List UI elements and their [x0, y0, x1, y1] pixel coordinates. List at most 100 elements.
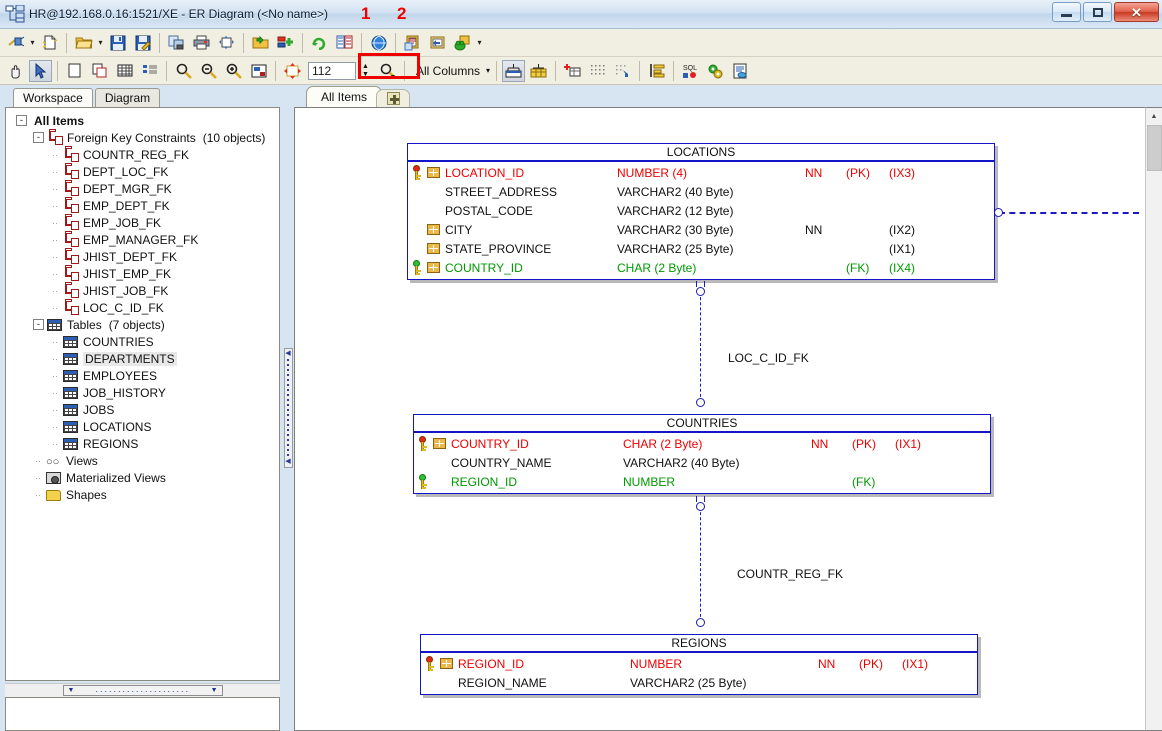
- tree-item-dept-loc-fk[interactable]: ·· DEPT_LOC_FK: [12, 162, 279, 180]
- zoom-spinner[interactable]: ▲ ▼: [359, 61, 372, 80]
- refresh-icon[interactable]: [308, 32, 331, 54]
- new-page-icon[interactable]: [63, 60, 86, 82]
- grid-dots-icon[interactable]: [586, 60, 609, 82]
- connect-dropdown-arrow[interactable]: [28, 32, 37, 54]
- tree-item-emp-manager-fk[interactable]: ·· EMP_MANAGER_FK: [12, 230, 279, 248]
- tree-item-countr-reg-fk[interactable]: ·· COUNTR_REG_FK: [12, 145, 279, 163]
- layout-orthogonal-icon[interactable]: [527, 60, 550, 82]
- er-entity-locations[interactable]: LOCATIONS LOCATION_ID NUMBER (4) NN (PK) (IX3…: [407, 143, 995, 280]
- tree-item-jobs[interactable]: ·· JOBS: [12, 401, 279, 418]
- er-entity-countries[interactable]: COUNTRIES COUNTRY_ID CHAR (2 Byte) NN (PK) (I…: [413, 414, 991, 494]
- tree-item-departments[interactable]: ·· DEPARTMENTS: [12, 350, 279, 367]
- entity-column-row[interactable]: STATE_PROVINCE VARCHAR2 (25 Byte) (IX1): [408, 239, 994, 258]
- splitter-collapse-down-icon[interactable]: ◀: [285, 458, 290, 465]
- compare-icon[interactable]: [333, 32, 356, 54]
- tree-item-all-items[interactable]: - All Items: [12, 112, 279, 129]
- tree-item-emp-dept-fk[interactable]: ·· EMP_DEPT_FK: [12, 196, 279, 214]
- new-tab-button[interactable]: [376, 89, 410, 107]
- page-setup-icon[interactable]: [215, 32, 238, 54]
- tree-item-job-history[interactable]: ·· JOB_HISTORY: [12, 384, 279, 401]
- entity-column-row[interactable]: CITY VARCHAR2 (30 Byte) NN (IX2): [408, 220, 994, 239]
- open-dropdown-arrow[interactable]: [96, 32, 105, 54]
- tree-item-locations[interactable]: ·· LOCATIONS: [12, 418, 279, 435]
- tree-item-dept-mgr-fk[interactable]: ·· DEPT_MGR_FK: [12, 179, 279, 197]
- tab-diagram[interactable]: Diagram: [94, 88, 161, 107]
- pan-hand-icon[interactable]: [4, 60, 27, 82]
- columns-filter-select[interactable]: All Columns ▾: [411, 61, 492, 81]
- relationship-label[interactable]: LOC_C_ID_FK: [728, 351, 809, 365]
- arrange-icon[interactable]: [561, 60, 584, 82]
- tree-item-jhist-emp-fk[interactable]: ·· JHIST_EMP_FK: [12, 264, 279, 282]
- relationship-line[interactable]: [700, 287, 701, 407]
- save-as-icon[interactable]: [131, 32, 154, 54]
- entity-column-row[interactable]: STREET_ADDRESS VARCHAR2 (40 Byte): [408, 182, 994, 201]
- new-document-icon[interactable]: [38, 32, 61, 54]
- debugger-frog-icon[interactable]: [451, 32, 474, 54]
- open-folder-icon[interactable]: [72, 32, 95, 54]
- zoom-input[interactable]: 112: [308, 61, 356, 80]
- list-details-icon[interactable]: [138, 60, 161, 82]
- zoom-out-icon[interactable]: [197, 60, 220, 82]
- add-object-icon[interactable]: [274, 32, 297, 54]
- entity-column-row[interactable]: LOCATION_ID NUMBER (4) NN (PK) (IX3): [408, 163, 994, 182]
- layout-hierarchical-icon[interactable]: [502, 59, 526, 82]
- fit-window-icon[interactable]: [247, 60, 270, 82]
- relationship-line-stub[interactable]: [999, 212, 1139, 214]
- tab-workspace[interactable]: Workspace: [13, 88, 93, 107]
- entity-column-row[interactable]: POSTAL_CODE VARCHAR2 (12 Byte): [408, 201, 994, 220]
- tree-expander-icon[interactable]: -: [33, 319, 44, 330]
- tree-item-jhist-job-fk[interactable]: ·· JHIST_JOB_FK: [12, 281, 279, 299]
- splitter-collapse-right-icon[interactable]: ▼: [211, 687, 218, 694]
- entity-column-row[interactable]: COUNTRY_ID CHAR (2 Byte) (FK) (IX4): [408, 258, 994, 277]
- sql-icon[interactable]: SQL: [679, 60, 702, 82]
- zoom-spinner-up[interactable]: ▲: [362, 63, 369, 71]
- tree-expander-icon[interactable]: -: [16, 115, 27, 126]
- select-arrow-icon[interactable]: [29, 59, 52, 82]
- duplicate-icon[interactable]: [88, 60, 111, 82]
- entity-column-row[interactable]: COUNTRY_ID CHAR (2 Byte) NN (PK) (IX1): [414, 434, 990, 453]
- tree-item-jhist-dept-fk[interactable]: ·· JHIST_DEPT_FK: [12, 247, 279, 265]
- tree-item-employees[interactable]: ·· EMPLOYEES: [12, 367, 279, 384]
- zoom-icon[interactable]: [172, 60, 195, 82]
- snap-grid-icon[interactable]: [611, 60, 634, 82]
- import-diagram-icon[interactable]: [401, 32, 424, 54]
- save-icon[interactable]: [106, 32, 129, 54]
- tree-item-regions[interactable]: ·· REGIONS: [12, 435, 279, 452]
- relationship-label[interactable]: COUNTR_REG_FK: [737, 567, 843, 581]
- zoom-select-icon[interactable]: [376, 60, 399, 82]
- tree-item-materialized-views[interactable]: ·· Materialized Views: [12, 469, 279, 486]
- zoom-spinner-down[interactable]: ▼: [362, 71, 369, 79]
- vertical-splitter-grip[interactable]: ◀ ◀: [283, 348, 293, 468]
- add-table-icon[interactable]: [249, 32, 272, 54]
- align-icon[interactable]: [645, 60, 668, 82]
- tree-item-foreign-key-constraints[interactable]: - Foreign Key Constraints (10 objects): [12, 128, 279, 146]
- minimize-button[interactable]: [1052, 2, 1081, 22]
- tab-all-items[interactable]: All Items: [306, 86, 382, 107]
- connect-icon[interactable]: [4, 32, 27, 54]
- vertical-splitter[interactable]: ◀ ◀: [282, 85, 294, 731]
- canvas-vertical-scrollbar[interactable]: ▲: [1145, 107, 1162, 731]
- tree-item-countries[interactable]: ·· COUNTRIES: [12, 333, 279, 350]
- zoom-in-icon[interactable]: [222, 60, 245, 82]
- diagram-canvas[interactable]: LOCATIONS LOCATION_ID NUMBER (4) NN (PK) (IX3…: [295, 108, 1145, 730]
- globe-icon[interactable]: [367, 32, 390, 54]
- scroll-up-arrow[interactable]: ▲: [1145, 108, 1162, 124]
- entity-column-row[interactable]: REGION_NAME VARCHAR2 (25 Byte): [421, 673, 977, 692]
- tree-item-emp-job-fk[interactable]: ·· EMP_JOB_FK: [12, 213, 279, 231]
- horizontal-splitter[interactable]: ▼ ····················· ▼: [5, 683, 280, 697]
- relationship-line[interactable]: [700, 502, 701, 627]
- entity-column-row[interactable]: REGION_ID NUMBER NN (PK) (IX1): [421, 654, 977, 673]
- grid-table-icon[interactable]: [113, 60, 136, 82]
- splitter-collapse-left-icon[interactable]: ▼: [68, 687, 75, 694]
- tree-expander-icon[interactable]: -: [33, 132, 44, 143]
- tree-item-shapes[interactable]: ·· Shapes: [12, 486, 279, 503]
- options-gears-icon[interactable]: [704, 60, 727, 82]
- er-entity-regions[interactable]: REGIONS REGION_ID NUMBER NN (PK) (IX1) REGION_…: [420, 634, 978, 695]
- print-icon[interactable]: [190, 32, 213, 54]
- report-icon[interactable]: [729, 60, 752, 82]
- entity-column-row[interactable]: COUNTRY_NAME VARCHAR2 (40 Byte): [414, 453, 990, 472]
- debugger-dropdown-arrow[interactable]: [475, 32, 484, 54]
- tree-item-views[interactable]: ·· ○○ Views: [12, 452, 279, 469]
- scroll-thumb[interactable]: [1146, 125, 1162, 171]
- splitter-collapse-up-icon[interactable]: ◀: [285, 350, 290, 357]
